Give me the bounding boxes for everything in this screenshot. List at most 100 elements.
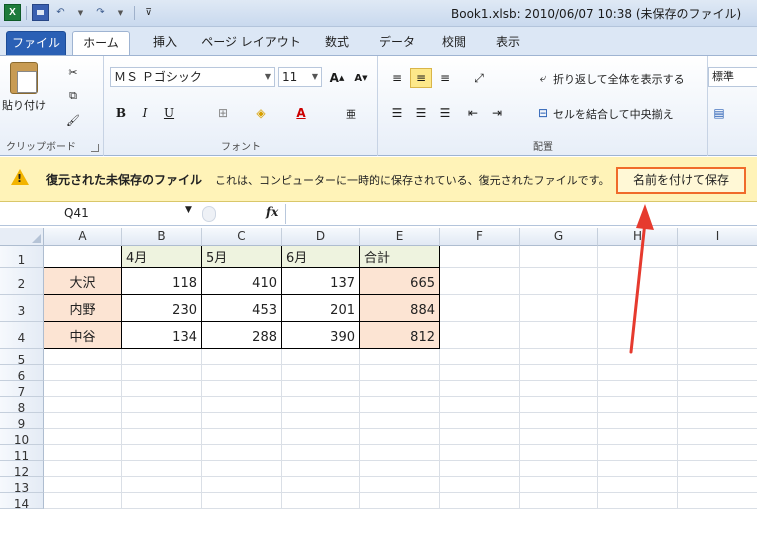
cell-C9[interactable] bbox=[202, 413, 282, 429]
fill-color-icon[interactable]: ◈ bbox=[250, 103, 272, 123]
cell-C2[interactable]: 410 bbox=[202, 268, 282, 295]
row-header-6[interactable]: 6 bbox=[0, 365, 44, 383]
align-right-icon[interactable]: ☰ bbox=[434, 103, 456, 123]
tab-home[interactable]: ホーム bbox=[72, 31, 130, 57]
bold-button[interactable]: B bbox=[110, 103, 132, 123]
cell-C4[interactable]: 288 bbox=[202, 322, 282, 349]
currency-icon[interactable]: ▤ bbox=[708, 103, 730, 123]
row-header-9[interactable]: 9 bbox=[0, 413, 44, 431]
column-header-E[interactable]: E bbox=[360, 228, 440, 246]
cell-G6[interactable] bbox=[520, 365, 598, 381]
cell-F14[interactable] bbox=[440, 493, 520, 509]
cell-B9[interactable] bbox=[122, 413, 202, 429]
cell-D12[interactable] bbox=[282, 461, 360, 477]
cell-H9[interactable] bbox=[598, 413, 678, 429]
cell-F7[interactable] bbox=[440, 381, 520, 397]
cell-G12[interactable] bbox=[520, 461, 598, 477]
cell-D1[interactable]: 6月 bbox=[282, 246, 360, 268]
cell-C3[interactable]: 453 bbox=[202, 295, 282, 322]
cell-A9[interactable] bbox=[44, 413, 122, 429]
cell-H3[interactable] bbox=[598, 295, 678, 322]
cell-D2[interactable]: 137 bbox=[282, 268, 360, 295]
underline-button[interactable]: U bbox=[158, 103, 180, 123]
tab-review[interactable]: 校閲 bbox=[432, 31, 476, 56]
cell-A13[interactable] bbox=[44, 477, 122, 493]
cell-B2[interactable]: 118 bbox=[122, 268, 202, 295]
row-header-10[interactable]: 10 bbox=[0, 429, 44, 447]
cell-C1[interactable]: 5月 bbox=[202, 246, 282, 268]
cell-I14[interactable] bbox=[678, 493, 757, 509]
formula-bar-resize-handle[interactable] bbox=[202, 206, 216, 222]
number-format-select[interactable]: 標準 bbox=[708, 67, 757, 87]
cell-D8[interactable] bbox=[282, 397, 360, 413]
tab-file[interactable]: ファイル bbox=[6, 31, 66, 56]
cell-B8[interactable] bbox=[122, 397, 202, 413]
cell-B5[interactable] bbox=[122, 349, 202, 365]
cell-H1[interactable] bbox=[598, 246, 678, 268]
row-header-1[interactable]: 1 bbox=[0, 246, 44, 268]
cell-A10[interactable] bbox=[44, 429, 122, 445]
row-header-7[interactable]: 7 bbox=[0, 381, 44, 399]
row-header-8[interactable]: 8 bbox=[0, 397, 44, 415]
formula-input[interactable] bbox=[285, 204, 757, 224]
cell-E10[interactable] bbox=[360, 429, 440, 445]
cell-I4[interactable] bbox=[678, 322, 757, 349]
cell-D11[interactable] bbox=[282, 445, 360, 461]
cell-I12[interactable] bbox=[678, 461, 757, 477]
cell-B13[interactable] bbox=[122, 477, 202, 493]
cut-icon[interactable]: ✂ bbox=[62, 62, 84, 82]
cell-H2[interactable] bbox=[598, 268, 678, 295]
undo-icon[interactable]: ↶ bbox=[52, 4, 69, 21]
cell-E4[interactable]: 812 bbox=[360, 322, 440, 349]
row-header-2[interactable]: 2 bbox=[0, 268, 44, 295]
cell-D3[interactable]: 201 bbox=[282, 295, 360, 322]
cell-D14[interactable] bbox=[282, 493, 360, 509]
column-header-B[interactable]: B bbox=[122, 228, 202, 246]
row-header-5[interactable]: 5 bbox=[0, 349, 44, 367]
cell-H13[interactable] bbox=[598, 477, 678, 493]
cell-C10[interactable] bbox=[202, 429, 282, 445]
cell-A8[interactable] bbox=[44, 397, 122, 413]
cell-E5[interactable] bbox=[360, 349, 440, 365]
row-header-13[interactable]: 13 bbox=[0, 477, 44, 495]
cell-C6[interactable] bbox=[202, 365, 282, 381]
cell-B12[interactable] bbox=[122, 461, 202, 477]
cell-F12[interactable] bbox=[440, 461, 520, 477]
font-size-select[interactable]: 11 ▼ bbox=[278, 67, 322, 87]
name-box[interactable]: Q41 bbox=[4, 204, 200, 224]
cell-D6[interactable] bbox=[282, 365, 360, 381]
paste-icon[interactable] bbox=[10, 62, 38, 94]
cell-D5[interactable] bbox=[282, 349, 360, 365]
cell-G7[interactable] bbox=[520, 381, 598, 397]
format-painter-icon[interactable]: 🖌 bbox=[62, 110, 84, 130]
cell-I11[interactable] bbox=[678, 445, 757, 461]
cell-H5[interactable] bbox=[598, 349, 678, 365]
cell-D7[interactable] bbox=[282, 381, 360, 397]
cell-F3[interactable] bbox=[440, 295, 520, 322]
cell-H4[interactable] bbox=[598, 322, 678, 349]
cell-F9[interactable] bbox=[440, 413, 520, 429]
cell-E2[interactable]: 665 bbox=[360, 268, 440, 295]
cell-I10[interactable] bbox=[678, 429, 757, 445]
cell-F5[interactable] bbox=[440, 349, 520, 365]
column-header-F[interactable]: F bbox=[440, 228, 520, 246]
cell-F2[interactable] bbox=[440, 268, 520, 295]
cell-F13[interactable] bbox=[440, 477, 520, 493]
cell-E12[interactable] bbox=[360, 461, 440, 477]
cell-G5[interactable] bbox=[520, 349, 598, 365]
cell-H14[interactable] bbox=[598, 493, 678, 509]
cell-G4[interactable] bbox=[520, 322, 598, 349]
cell-I6[interactable] bbox=[678, 365, 757, 381]
cell-G1[interactable] bbox=[520, 246, 598, 268]
align-middle-icon[interactable]: ≡ bbox=[410, 68, 432, 88]
cell-A12[interactable] bbox=[44, 461, 122, 477]
row-header-14[interactable]: 14 bbox=[0, 493, 44, 511]
cell-G10[interactable] bbox=[520, 429, 598, 445]
row-header-4[interactable]: 4 bbox=[0, 322, 44, 349]
tab-page-layout[interactable]: ページ レイアウト bbox=[196, 31, 306, 56]
cell-G9[interactable] bbox=[520, 413, 598, 429]
cell-C5[interactable] bbox=[202, 349, 282, 365]
clipboard-launcher-icon[interactable] bbox=[91, 144, 99, 152]
tab-insert[interactable]: 挿入 bbox=[140, 31, 190, 56]
cell-B10[interactable] bbox=[122, 429, 202, 445]
